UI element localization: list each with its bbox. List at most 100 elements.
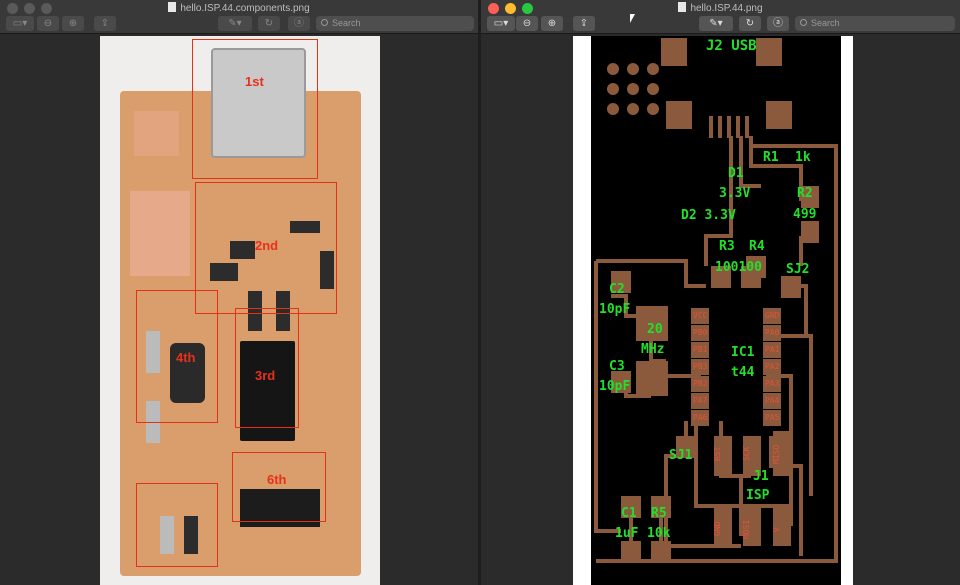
search-icon bbox=[321, 19, 328, 26]
pin-label: VCC bbox=[691, 308, 710, 324]
search-icon bbox=[800, 19, 807, 26]
document-icon bbox=[678, 2, 687, 12]
label-d1: D1 bbox=[728, 166, 744, 181]
sidebar-toggle-button[interactable]: ▭▾ bbox=[487, 16, 515, 31]
markup-toolbar-button[interactable]: ⓐ bbox=[767, 16, 789, 31]
window-title-text: hello.ISP.44.components.png bbox=[180, 3, 310, 14]
share-button[interactable]: ⇪ bbox=[573, 16, 595, 31]
rotate-button[interactable]: ↻ bbox=[258, 16, 280, 31]
isp-pin-label: MOSI bbox=[742, 519, 751, 539]
grid-pad bbox=[627, 83, 639, 95]
pin-label: PB0 bbox=[691, 325, 710, 341]
grid-pad bbox=[647, 63, 659, 75]
label-r1-value: 1k bbox=[795, 150, 811, 165]
usb-pin bbox=[709, 116, 713, 138]
left-titlebar: hello.ISP.44.components.png ▭▾ ⊖ ⊕ ⇪ ✎▾ … bbox=[0, 0, 478, 34]
usb-pin bbox=[745, 116, 749, 138]
label-c3: C3 bbox=[609, 359, 625, 374]
label-r3-r4-value: 100100 bbox=[715, 260, 762, 275]
window-title-text: hello.ISP.44.png bbox=[690, 3, 763, 14]
right-titlebar: hello.ISP.44.png ▭▾ ⊖ ⊕ ⇪ ✎▾ ↻ ⓐ Search bbox=[481, 0, 960, 34]
usb-pad bbox=[766, 101, 792, 129]
pin-label: PA3 bbox=[763, 376, 782, 392]
right-preview-window: hello.ISP.44.png ▭▾ ⊖ ⊕ ⇪ ✎▾ ↻ ⓐ Search bbox=[481, 0, 960, 585]
search-placeholder: Search bbox=[332, 18, 361, 28]
window-title: hello.ISP.44.png bbox=[481, 2, 960, 14]
label-3rd: 3rd bbox=[255, 368, 276, 383]
label-c1-value: 1uF bbox=[615, 526, 639, 541]
highlight-box-1st bbox=[192, 39, 318, 179]
isp-pin-label: SCK bbox=[742, 446, 751, 461]
pin-label: PA5 bbox=[763, 410, 782, 426]
pin-label: PB1 bbox=[691, 342, 710, 358]
label-j1: J1 bbox=[753, 469, 769, 484]
usb-pin bbox=[727, 116, 731, 138]
label-c1: C1 bbox=[621, 506, 637, 521]
label-sj1: SJ1 bbox=[669, 448, 693, 463]
canvas-margin bbox=[481, 36, 573, 585]
ic-right-pins: GND PA0 PA1 PA2 PA3 PA4 PA5 bbox=[763, 308, 782, 427]
image-canvas: J2 USB D1 3.3V D2 3.3V R1 1k R2 499 R3 R… bbox=[481, 35, 960, 585]
copper-pad bbox=[134, 111, 179, 156]
isp-pad bbox=[773, 506, 791, 546]
markup-toolbar-button[interactable]: ⓐ bbox=[288, 16, 310, 31]
mouse-cursor-icon bbox=[630, 14, 635, 23]
label-j2-usb: J2 USB bbox=[706, 38, 757, 54]
components-photo: 1st 2nd 3rd 4th 6th bbox=[100, 36, 380, 585]
highlight-box-6th bbox=[232, 452, 326, 522]
pin-label: PA6 bbox=[691, 410, 710, 426]
label-r5: R5 bbox=[651, 506, 667, 521]
window-title: hello.ISP.44.components.png bbox=[0, 2, 478, 14]
r2-pad bbox=[801, 221, 819, 243]
label-crystal-value: MHz bbox=[641, 342, 665, 357]
label-c2: C2 bbox=[609, 282, 625, 297]
search-input[interactable]: Search bbox=[795, 16, 955, 31]
pin-label: PA4 bbox=[763, 393, 782, 409]
label-r2: R2 bbox=[797, 186, 813, 201]
label-r3: R3 bbox=[719, 239, 735, 254]
label-ic1: IC1 bbox=[731, 345, 755, 360]
isp-pin-label: GND bbox=[713, 521, 722, 536]
toolbar: ▭▾ ⊖ ⊕ ⇪ ✎▾ ↻ ⓐ Search bbox=[481, 16, 960, 32]
pcb-layout-image: J2 USB D1 3.3V D2 3.3V R1 1k R2 499 R3 R… bbox=[591, 36, 841, 585]
ic-left-pins: VCC PB0 PB1 PB3 PB2 PA7 PA6 bbox=[691, 308, 710, 427]
highlight-box-bottom bbox=[136, 483, 218, 567]
grid-pad bbox=[647, 103, 659, 115]
label-r1: R1 bbox=[763, 150, 779, 165]
rotate-button[interactable]: ↻ bbox=[739, 16, 761, 31]
pin-label: PA2 bbox=[763, 359, 782, 375]
pin-label: PB3 bbox=[691, 359, 710, 375]
trace bbox=[704, 136, 808, 336]
pin-label: PA7 bbox=[691, 393, 710, 409]
label-1st: 1st bbox=[245, 74, 264, 89]
grid-pad bbox=[607, 63, 619, 75]
search-input[interactable]: Search bbox=[316, 16, 474, 31]
zoom-in-button[interactable]: ⊕ bbox=[62, 16, 84, 31]
crystal-pad bbox=[636, 361, 668, 396]
markup-pen-button[interactable]: ✎▾ bbox=[699, 16, 733, 31]
share-button[interactable]: ⇪ bbox=[94, 16, 116, 31]
zoom-in-button[interactable]: ⊕ bbox=[541, 16, 563, 31]
pin-label: PB2 bbox=[691, 376, 710, 392]
left-preview-window: hello.ISP.44.components.png ▭▾ ⊖ ⊕ ⇪ ✎▾ … bbox=[0, 0, 478, 585]
zoom-out-button[interactable]: ⊖ bbox=[516, 16, 538, 31]
label-d2: D2 3.3V bbox=[681, 208, 736, 223]
zoom-out-button[interactable]: ⊖ bbox=[37, 16, 59, 31]
sj2-pad bbox=[781, 276, 801, 298]
label-4th: 4th bbox=[176, 350, 196, 365]
label-j1-value: ISP bbox=[746, 488, 770, 503]
label-r2-value: 499 bbox=[793, 207, 817, 222]
copper-pad bbox=[130, 191, 190, 276]
grid-pad bbox=[607, 103, 619, 115]
label-r5-value: 10k bbox=[647, 526, 671, 541]
markup-pen-button[interactable]: ✎▾ bbox=[218, 16, 252, 31]
label-sj2: SJ2 bbox=[786, 262, 810, 277]
usb-pad bbox=[666, 101, 692, 129]
sidebar-toggle-button[interactable]: ▭▾ bbox=[6, 16, 34, 31]
label-crystal: 20 bbox=[647, 322, 663, 337]
usb-pad bbox=[756, 38, 782, 66]
pin-label: PA0 bbox=[763, 325, 782, 341]
isp-pin-label: V bbox=[772, 527, 781, 532]
label-ic1-value: t44 bbox=[731, 365, 755, 380]
usb-pin bbox=[718, 116, 722, 138]
